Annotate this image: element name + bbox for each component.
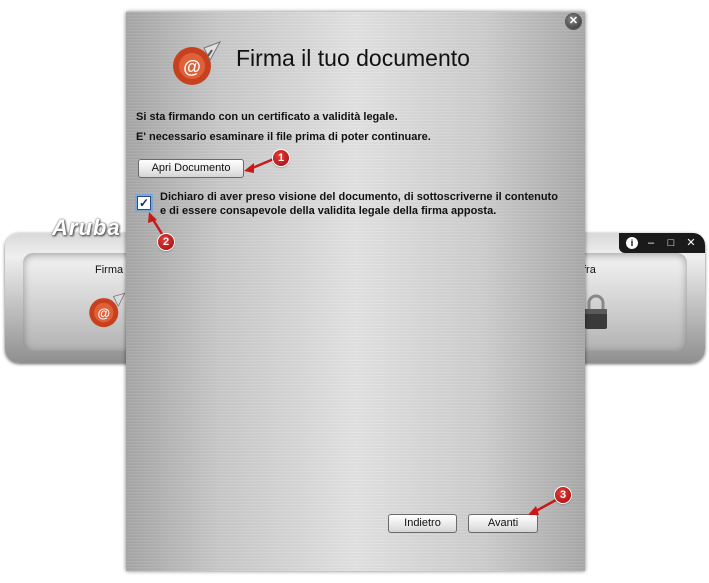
info-icon[interactable]: i <box>626 237 638 249</box>
sign-document-dialog: ✕ @ Firma il tuo documento Si sta firman… <box>126 12 585 571</box>
close-window-icon[interactable]: ✕ <box>684 237 698 249</box>
annotation-arrow-3 <box>528 498 557 515</box>
back-button[interactable]: Indietro <box>388 514 457 533</box>
declaration-text: Dichiaro di aver preso visione del docum… <box>160 191 558 217</box>
svg-text:@: @ <box>97 305 110 320</box>
info-text-certificate: Si sta firmando con un certificato a val… <box>136 111 398 123</box>
dialog-title: Firma il tuo documento <box>236 45 470 71</box>
svg-text:@: @ <box>183 57 201 77</box>
brand-logo: Aruba <box>52 215 121 240</box>
sign-label: Firma <box>95 264 124 276</box>
wax-seal-icon[interactable]: @ <box>86 290 128 332</box>
annotation-badge-2: 2 <box>158 234 174 250</box>
maximize-icon[interactable]: □ <box>664 237 678 249</box>
wax-seal-icon: @ <box>173 41 222 85</box>
minimize-icon[interactable]: – <box>644 237 658 249</box>
lock-icon[interactable] <box>583 293 609 331</box>
window-controls: i – □ ✕ <box>619 233 705 253</box>
annotation-badge-1: 1 <box>273 150 289 166</box>
open-document-button[interactable]: Apri Documento <box>138 159 244 178</box>
close-dialog-icon[interactable]: ✕ <box>566 14 581 29</box>
info-text-review: E' necessario esaminare il file prima di… <box>136 131 431 143</box>
annotation-badge-3: 3 <box>555 487 571 503</box>
